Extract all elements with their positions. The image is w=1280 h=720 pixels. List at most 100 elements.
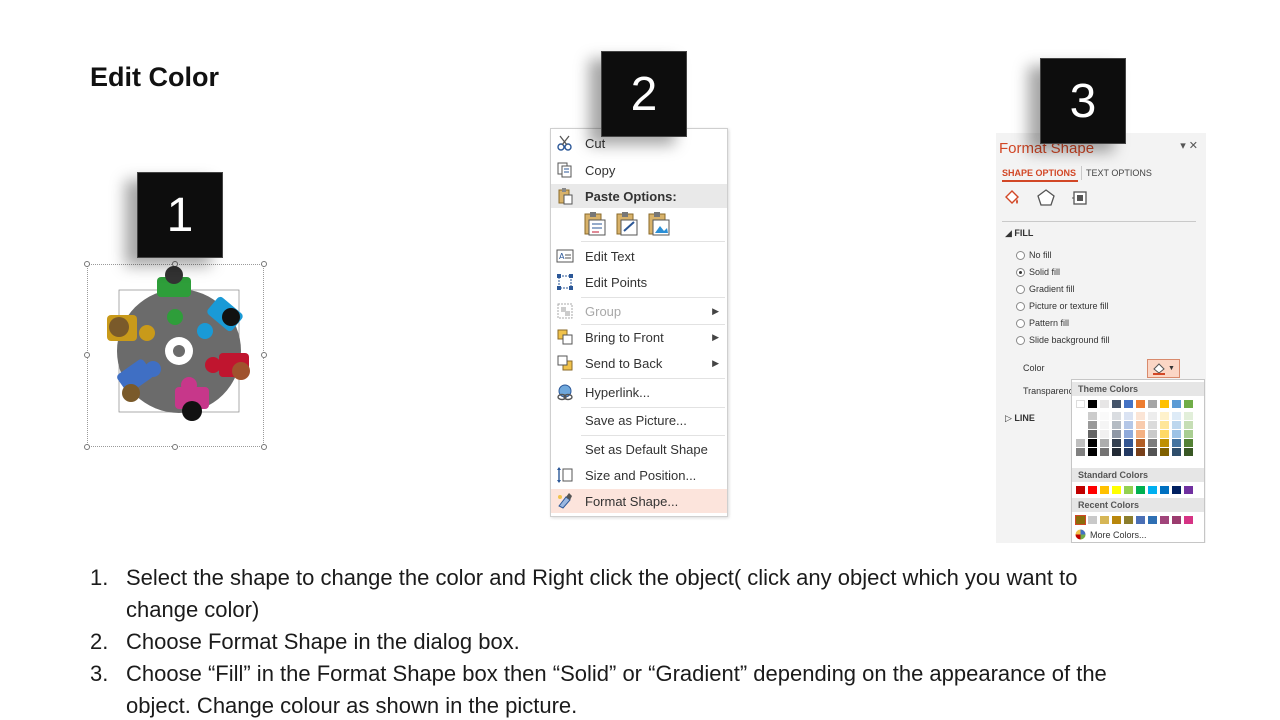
menu-item-size-and-position[interactable]: Size and Position... — [551, 463, 727, 487]
color-swatch[interactable] — [1124, 486, 1133, 494]
color-swatch[interactable] — [1124, 448, 1133, 456]
color-swatch[interactable] — [1172, 448, 1181, 456]
color-swatch[interactable] — [1100, 516, 1109, 524]
color-swatch[interactable] — [1088, 412, 1097, 420]
radio-solid-fill[interactable]: Solid fill — [1016, 267, 1060, 277]
resize-handle[interactable] — [261, 444, 267, 450]
color-swatch[interactable] — [1076, 430, 1085, 438]
color-swatch[interactable] — [1088, 486, 1097, 494]
color-swatch[interactable] — [1148, 400, 1157, 408]
more-colors-button[interactable]: More Colors... — [1075, 529, 1147, 540]
color-swatch[interactable] — [1124, 421, 1133, 429]
size-properties-icon[interactable] — [1070, 188, 1090, 208]
color-swatch[interactable] — [1136, 421, 1145, 429]
color-swatch[interactable] — [1088, 448, 1097, 456]
color-swatch[interactable] — [1160, 421, 1169, 429]
color-swatch[interactable] — [1172, 430, 1181, 438]
effects-pentagon-icon[interactable] — [1036, 188, 1056, 208]
color-swatch[interactable] — [1148, 448, 1157, 456]
color-swatch[interactable] — [1076, 486, 1085, 494]
fill-color-dropdown-button[interactable]: ▼ — [1147, 359, 1180, 378]
color-swatch[interactable] — [1076, 448, 1085, 456]
color-swatch[interactable] — [1148, 486, 1157, 494]
color-swatch[interactable] — [1112, 439, 1121, 447]
color-swatch[interactable] — [1100, 439, 1109, 447]
color-swatch[interactable] — [1184, 400, 1193, 408]
pane-options-arrow-icon[interactable]: ▾ — [1180, 140, 1186, 152]
tab-shape-options[interactable]: SHAPE OPTIONS — [1002, 168, 1076, 178]
color-swatch[interactable] — [1136, 430, 1145, 438]
color-swatch[interactable] — [1100, 486, 1109, 494]
color-swatch[interactable] — [1124, 439, 1133, 447]
color-swatch[interactable] — [1148, 421, 1157, 429]
color-swatch[interactable] — [1112, 400, 1121, 408]
color-swatch[interactable] — [1075, 515, 1086, 525]
color-swatch[interactable] — [1172, 439, 1181, 447]
radio-gradient-fill[interactable]: Gradient fill — [1016, 284, 1075, 294]
color-swatch[interactable] — [1184, 448, 1193, 456]
resize-handle[interactable] — [84, 261, 90, 267]
menu-item-set-default-shape[interactable]: Set as Default Shape — [551, 437, 727, 461]
resize-handle[interactable] — [261, 352, 267, 358]
color-swatch[interactable] — [1088, 421, 1097, 429]
color-swatch[interactable] — [1112, 486, 1121, 494]
color-swatch[interactable] — [1112, 448, 1121, 456]
color-swatch[interactable] — [1172, 516, 1181, 524]
color-swatch[interactable] — [1076, 439, 1085, 447]
radio-slide-background-fill[interactable]: Slide background fill — [1016, 335, 1110, 345]
color-swatch[interactable] — [1112, 516, 1121, 524]
radio-no-fill[interactable]: No fill — [1016, 250, 1052, 260]
close-icon[interactable]: ✕ — [1189, 140, 1198, 152]
color-swatch[interactable] — [1172, 412, 1181, 420]
fill-line-icon[interactable] — [1002, 188, 1022, 208]
color-swatch[interactable] — [1076, 412, 1085, 420]
color-swatch[interactable] — [1124, 430, 1133, 438]
paste-picture-icon[interactable] — [647, 211, 671, 237]
color-swatch[interactable] — [1160, 486, 1169, 494]
menu-item-edit-text[interactable]: A Edit Text — [551, 244, 727, 268]
color-swatch[interactable] — [1100, 448, 1109, 456]
fill-section-header[interactable]: ◢ FILL — [1005, 228, 1033, 239]
color-swatch[interactable] — [1184, 486, 1193, 494]
color-swatch[interactable] — [1160, 412, 1169, 420]
color-swatch[interactable] — [1160, 516, 1169, 524]
color-swatch[interactable] — [1184, 412, 1193, 420]
color-swatch[interactable] — [1136, 486, 1145, 494]
color-swatch[interactable] — [1124, 400, 1133, 408]
paste-destination-theme-icon[interactable] — [615, 211, 639, 237]
radio-pattern-fill[interactable]: Pattern fill — [1016, 318, 1069, 328]
color-swatch[interactable] — [1124, 412, 1133, 420]
color-swatch[interactable] — [1136, 439, 1145, 447]
menu-item-save-as-picture[interactable]: Save as Picture... — [551, 408, 727, 432]
resize-handle[interactable] — [84, 444, 90, 450]
color-swatch[interactable] — [1076, 400, 1085, 408]
color-swatch[interactable] — [1124, 516, 1133, 524]
color-swatch[interactable] — [1136, 412, 1145, 420]
color-swatch[interactable] — [1148, 516, 1157, 524]
color-swatch[interactable] — [1172, 400, 1181, 408]
color-swatch[interactable] — [1088, 516, 1097, 524]
color-swatch[interactable] — [1112, 412, 1121, 420]
color-swatch[interactable] — [1112, 421, 1121, 429]
color-swatch[interactable] — [1076, 421, 1085, 429]
color-swatch[interactable] — [1088, 430, 1097, 438]
color-swatch[interactable] — [1184, 439, 1193, 447]
team-meeting-table-graphic[interactable] — [97, 265, 257, 435]
menu-item-hyperlink[interactable]: Hyperlink... — [551, 380, 727, 404]
color-swatch[interactable] — [1160, 439, 1169, 447]
color-swatch[interactable] — [1148, 430, 1157, 438]
color-swatch[interactable] — [1172, 486, 1181, 494]
resize-handle[interactable] — [261, 261, 267, 267]
color-swatch[interactable] — [1184, 430, 1193, 438]
color-swatch[interactable] — [1136, 448, 1145, 456]
menu-item-edit-points[interactable]: Edit Points — [551, 270, 727, 294]
paste-keep-formatting-icon[interactable] — [583, 211, 607, 237]
radio-picture-texture-fill[interactable]: Picture or texture fill — [1016, 301, 1109, 311]
line-section-header[interactable]: ▷ LINE — [1005, 413, 1035, 424]
color-swatch[interactable] — [1100, 412, 1109, 420]
tab-text-options[interactable]: TEXT OPTIONS — [1086, 168, 1152, 178]
color-swatch[interactable] — [1148, 439, 1157, 447]
color-swatch[interactable] — [1160, 400, 1169, 408]
color-swatch[interactable] — [1172, 421, 1181, 429]
resize-handle[interactable] — [172, 444, 178, 450]
